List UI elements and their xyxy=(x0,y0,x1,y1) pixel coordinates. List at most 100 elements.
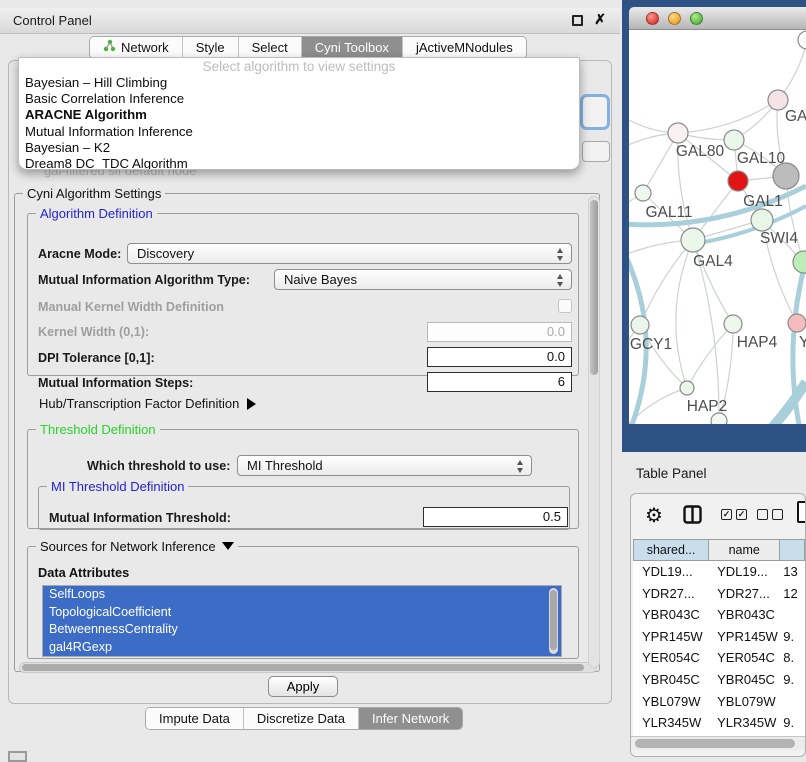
column-header[interactable] xyxy=(779,539,805,561)
tab-label: Select xyxy=(252,37,288,58)
minimized-panel-icon[interactable] xyxy=(8,751,27,762)
table-row[interactable]: YLR345WYLR345W9. xyxy=(633,712,805,734)
network-node[interactable] xyxy=(724,315,742,333)
scrollbar-thumb[interactable] xyxy=(590,200,598,375)
dpi-tolerance-field[interactable]: 0.0 xyxy=(427,347,572,367)
cyni-algorithm-settings-group: Cyni Algorithm Settings Algorithm Defini… xyxy=(14,193,600,672)
network-node[interactable] xyxy=(751,209,773,231)
gear-icon[interactable]: ⚙ xyxy=(645,503,663,528)
columns-icon[interactable] xyxy=(683,505,702,529)
table-rows: YDL19...YDL19...13YDR27...YDR27...12YBR0… xyxy=(633,561,805,736)
network-node[interactable] xyxy=(724,130,744,150)
scrollbar-thumb[interactable] xyxy=(550,590,557,650)
dropdown-item[interactable]: Bayesian – K2 xyxy=(19,140,579,156)
dpi-tolerance-label: DPI Tolerance [0,1]: xyxy=(38,351,155,365)
attribute-list-item[interactable]: SelfLoops xyxy=(43,586,561,604)
close-icon[interactable]: ✗ xyxy=(594,11,606,28)
dropdown-item[interactable]: Dream8 DC_TDC Algorithm xyxy=(19,156,579,170)
network-edge[interactable] xyxy=(678,100,778,133)
manual-kernel-checkbox[interactable] xyxy=(558,299,572,313)
tab-select[interactable]: Select xyxy=(239,37,302,58)
table-row[interactable]: YBR045CYBR045C9. xyxy=(633,669,805,691)
mi-type-combobox[interactable]: Naive Bayes xyxy=(274,269,572,290)
hub-definition-expander[interactable]: Hub/Transcription Factor Definition xyxy=(39,396,256,411)
network-graph[interactable]: GALGAL80GAL10GAL1GAL11SWI4GAL4GCY1HAP4YH… xyxy=(629,30,806,424)
file-icon[interactable] xyxy=(797,501,806,523)
network-window-titlebar[interactable] xyxy=(629,7,806,30)
tab-jactivemnodules[interactable]: jActiveMNodules xyxy=(403,37,526,58)
network-edge[interactable] xyxy=(676,240,693,388)
node-label: GAL10 xyxy=(737,150,786,167)
table-cell xyxy=(779,691,805,713)
network-node[interactable] xyxy=(681,228,705,252)
sources-title[interactable]: Sources for Network Inference xyxy=(36,539,238,554)
table-row[interactable]: YDR27...YDR27...12 xyxy=(633,583,805,605)
table-horizontal-scrollbar[interactable] xyxy=(631,736,805,750)
table-cell: YBL079W xyxy=(633,691,708,713)
tab-discretize-data[interactable]: Discretize Data xyxy=(244,708,359,729)
tab-label: Infer Network xyxy=(372,708,449,729)
select-all-checkboxes-icon[interactable]: ✓✓ xyxy=(721,509,747,520)
network-edge[interactable] xyxy=(640,240,693,325)
tab-cyni-toolbox[interactable]: Cyni Toolbox xyxy=(302,37,403,58)
aracne-mode-value: Discovery xyxy=(137,246,194,261)
network-node[interactable] xyxy=(635,185,651,201)
dropdown-item[interactable]: Bayesian – Hill Climbing xyxy=(19,75,579,91)
dropdown-item[interactable]: ARACNE Algorithm xyxy=(19,107,579,123)
data-attributes-list[interactable]: SelfLoopsTopologicalCoefficientBetweenne… xyxy=(42,585,562,657)
hidden-algorithm-combobox-fragment[interactable] xyxy=(580,94,610,130)
network-node[interactable] xyxy=(793,251,806,273)
settings-vertical-scrollbar[interactable] xyxy=(588,196,600,668)
attribute-list-item[interactable]: BetweennessCentrality xyxy=(43,621,561,639)
mi-steps-field[interactable]: 6 xyxy=(427,372,572,392)
apply-button[interactable]: Apply xyxy=(268,676,338,697)
table-row[interactable]: YBL079WYBL079W xyxy=(633,691,805,713)
which-threshold-combobox[interactable]: MI Threshold xyxy=(237,455,532,476)
table-cell: YDR27... xyxy=(708,583,779,605)
tab-network[interactable]: Network xyxy=(90,37,183,58)
settings-horizontal-scrollbar[interactable] xyxy=(19,662,597,673)
kernel-width-field[interactable]: 0.0 xyxy=(427,322,572,342)
column-header[interactable]: shared... xyxy=(633,539,708,561)
dropdown-item[interactable]: Basic Correlation Inference xyxy=(19,91,579,107)
table-row[interactable]: YBR043CYBR043C xyxy=(633,604,805,626)
tab-infer-network[interactable]: Infer Network xyxy=(359,708,462,729)
network-canvas[interactable]: GALGAL80GAL10GAL1GAL11SWI4GAL4GCY1HAP4YH… xyxy=(629,30,806,424)
mi-threshold-field[interactable]: 0.5 xyxy=(423,507,568,527)
network-node[interactable] xyxy=(728,171,748,191)
table-cell: YDL19... xyxy=(633,561,708,583)
tab-style[interactable]: Style xyxy=(183,37,239,58)
network-node[interactable] xyxy=(668,123,688,143)
tab-impute-data[interactable]: Impute Data xyxy=(146,708,244,729)
scrollbar-thumb[interactable] xyxy=(635,739,795,748)
minimize-traffic-light-icon[interactable] xyxy=(668,12,681,25)
close-traffic-light-icon[interactable] xyxy=(646,12,659,25)
table-row[interactable]: YER054CYER054C8. xyxy=(633,647,805,669)
network-node[interactable] xyxy=(768,90,788,110)
tab-label: Discretize Data xyxy=(257,708,345,729)
collapse-down-icon xyxy=(222,542,234,550)
zoom-traffic-light-icon[interactable] xyxy=(690,12,703,25)
column-header[interactable]: name xyxy=(708,539,779,561)
network-icon xyxy=(103,37,116,58)
attribute-list-item[interactable]: TopologicalCoefficient xyxy=(43,604,561,622)
network-node[interactable] xyxy=(788,314,806,332)
mi-type-label: Mutual Information Algorithm Type: xyxy=(38,273,250,287)
scrollbar-thumb[interactable] xyxy=(22,664,584,671)
table-row[interactable]: YPR145WYPR145W9. xyxy=(633,626,805,648)
dropdown-item[interactable]: Mutual Information Inference xyxy=(19,124,579,140)
network-node[interactable] xyxy=(798,31,806,49)
table-cell: 9. xyxy=(779,626,805,648)
attribute-list-item[interactable]: gal4RGexp xyxy=(43,639,561,657)
aracne-mode-combobox[interactable]: Discovery xyxy=(127,243,572,264)
table-cell: YLR345W xyxy=(708,712,779,734)
deselect-all-checkboxes-icon[interactable] xyxy=(757,509,783,520)
table-row[interactable]: YDL19...YDL19...13 xyxy=(633,561,805,583)
attributes-vertical-scrollbar[interactable] xyxy=(549,588,558,654)
data-attributes-label: Data Attributes xyxy=(38,565,129,580)
network-edge[interactable] xyxy=(687,324,733,388)
network-node[interactable] xyxy=(680,381,694,395)
float-window-icon[interactable] xyxy=(572,15,583,26)
network-node[interactable] xyxy=(631,316,649,334)
table-cell: 13 xyxy=(779,561,805,583)
